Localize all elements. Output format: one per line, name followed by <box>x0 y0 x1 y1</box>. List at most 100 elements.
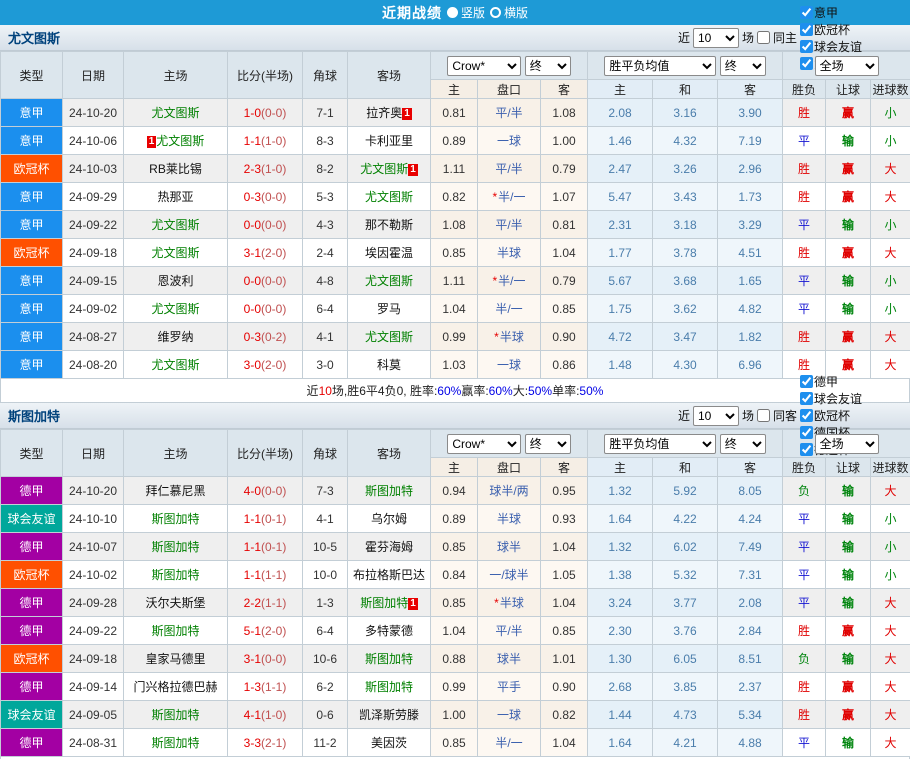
odds-home: 1.11 <box>431 267 478 295</box>
fulltime-score: 3-0 <box>244 358 261 372</box>
col-header-away: 客场 <box>348 52 431 99</box>
result-outcome: 胜 <box>783 155 826 183</box>
league-filter[interactable]: 球会友谊 <box>800 38 862 55</box>
result-handicap: 赢 <box>826 155 871 183</box>
games-label: 场 <box>742 407 754 424</box>
avg-home-odds: 1.64 <box>588 505 653 533</box>
league-checkbox[interactable] <box>800 57 813 70</box>
odds-home: 0.89 <box>431 127 478 155</box>
league-checkbox[interactable] <box>800 40 813 53</box>
team-name: 斯图加特 <box>151 540 199 554</box>
halftime-score: (0-0) <box>261 652 286 666</box>
team-name: 霍芬海姆 <box>365 540 413 554</box>
handicap-text: 半/一 <box>498 274 525 288</box>
avg-away-odds: 8.05 <box>718 477 783 505</box>
score-cell: 0-0(0-0) <box>228 211 303 239</box>
away-team-cell: 霍芬海姆 <box>348 533 431 561</box>
sections-container: 尤文图斯 近 10 场 同主 意甲欧冠杯球会友谊意杯 类型 <box>0 25 910 759</box>
score-cell: 3-0(2-0) <box>228 351 303 379</box>
odds-header-group: Crow* 终 <box>431 52 588 80</box>
result-outcome: 胜 <box>783 673 826 701</box>
odds-away: 0.79 <box>541 267 588 295</box>
league-type-badge: 德甲 <box>1 589 63 617</box>
avg-draw-odds: 3.62 <box>653 295 718 323</box>
result-handicap: 赢 <box>826 323 871 351</box>
avg-away-odds: 3.90 <box>718 99 783 127</box>
match-count-select[interactable]: 10 <box>693 28 739 48</box>
league-filter-label: 意甲 <box>814 4 838 21</box>
result-handicap: 输 <box>826 267 871 295</box>
same-venue-checkbox[interactable] <box>757 409 770 422</box>
layout-option-vertical[interactable]: 竖版 <box>447 4 485 21</box>
radio-unselected-icon[interactable] <box>490 7 501 18</box>
team-name: 凯泽斯劳滕 <box>359 708 419 722</box>
handicap-text: 平/半 <box>495 624 522 638</box>
avg-home-odds: 1.64 <box>588 729 653 757</box>
bookmaker-select[interactable]: Crow* <box>447 56 521 76</box>
league-checkbox[interactable] <box>800 375 813 388</box>
league-filter[interactable]: 球会友谊 <box>800 390 862 407</box>
bookmaker-select[interactable]: Crow* <box>447 434 521 454</box>
team-name: 布拉格斯巴达 <box>353 568 425 582</box>
halftime-score: (0-2) <box>261 330 286 344</box>
home-team-cell: 维罗纳 <box>124 323 228 351</box>
result-goals: 大 <box>871 673 910 701</box>
avg-away-odds: 1.82 <box>718 323 783 351</box>
radio-selected-icon[interactable] <box>447 7 458 18</box>
league-checkbox[interactable] <box>800 6 813 19</box>
league-type-badge: 欧冠杯 <box>1 155 63 183</box>
match-date: 24-10-20 <box>63 477 124 505</box>
corner-count: 3-0 <box>303 351 348 379</box>
avg-time-select[interactable]: 终 <box>720 56 766 76</box>
odds-away: 0.86 <box>541 351 588 379</box>
league-checkbox[interactable] <box>800 23 813 36</box>
team-name: 那不勒斯 <box>365 218 413 232</box>
odds-time-select[interactable]: 终 <box>525 56 571 76</box>
team-name: 斯图加特 <box>360 596 408 610</box>
match-row: 意甲24-09-02尤文图斯0-0(0-0)6-4罗马1.04半/一0.851.… <box>1 295 910 323</box>
match-date: 24-10-20 <box>63 99 124 127</box>
result-goals: 大 <box>871 323 910 351</box>
league-filter[interactable]: 欧冠杯 <box>800 407 862 424</box>
odds-time-select[interactable]: 终 <box>525 434 571 454</box>
score-cell: 2-2(1-1) <box>228 589 303 617</box>
summary-segment: 场,胜6平4负0, 胜率: <box>332 382 437 399</box>
avg-draw-odds: 3.76 <box>653 617 718 645</box>
home-team-cell: 尤文图斯 <box>124 211 228 239</box>
match-count-select[interactable]: 10 <box>693 406 739 426</box>
fulltime-score: 0-3 <box>244 190 261 204</box>
league-checkbox[interactable] <box>800 409 813 422</box>
avg-time-select[interactable]: 终 <box>720 434 766 454</box>
same-venue-checkbox[interactable] <box>757 31 770 44</box>
result-handicap: 输 <box>826 533 871 561</box>
avg-type-select[interactable]: 胜平负均值 <box>604 434 716 454</box>
avg-away-odds: 2.37 <box>718 673 783 701</box>
league-filter[interactable]: 德甲 <box>800 373 862 390</box>
match-period-select[interactable]: 全场 <box>815 434 879 454</box>
match-period-select[interactable]: 全场 <box>815 56 879 76</box>
odds-home: 1.00 <box>431 701 478 729</box>
match-date: 24-09-22 <box>63 211 124 239</box>
score-cell: 1-3(1-1) <box>228 673 303 701</box>
subheader-cell: 客 <box>718 80 783 99</box>
handicap-line: *半/一 <box>478 267 541 295</box>
handicap-line: 一球 <box>478 351 541 379</box>
subheader-cell: 胜负 <box>783 458 826 477</box>
handicap-line: 半/一 <box>478 729 541 757</box>
league-filter[interactable]: 欧冠杯 <box>800 21 862 38</box>
match-row: 德甲24-09-22斯图加特5-1(2-0)6-4多特蒙德1.04平/半0.85… <box>1 617 910 645</box>
result-outcome: 胜 <box>783 617 826 645</box>
result-handicap: 输 <box>826 505 871 533</box>
league-checkbox[interactable] <box>800 426 813 439</box>
fulltime-score: 4-0 <box>244 484 261 498</box>
team-name: 尤文图斯 <box>360 162 408 176</box>
avg-type-select[interactable]: 胜平负均值 <box>604 56 716 76</box>
result-goals: 小 <box>871 533 910 561</box>
layout-option-horizontal[interactable]: 横版 <box>490 4 528 21</box>
league-checkbox[interactable] <box>800 443 813 456</box>
away-team-cell: 多特蒙德 <box>348 617 431 645</box>
corner-count: 8-2 <box>303 155 348 183</box>
league-filter[interactable]: 意甲 <box>800 4 862 21</box>
avg-away-odds: 1.65 <box>718 267 783 295</box>
league-checkbox[interactable] <box>800 392 813 405</box>
